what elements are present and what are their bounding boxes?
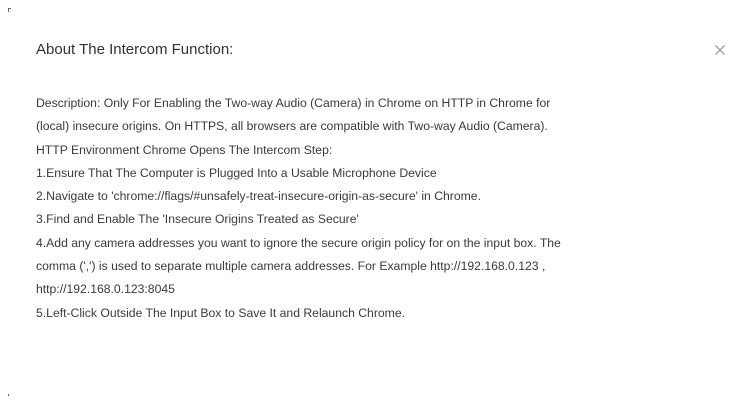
step-3: 3.Find and Enable The 'Insecure Origins … (36, 212, 359, 227)
description-line: Description: Only For Enabling the Two-w… (36, 96, 551, 110)
description-line: (local) insecure origins. On HTTPS, all … (36, 119, 548, 134)
step-5: 5.Left-Click Outside The Input Box to Sa… (36, 305, 405, 320)
corner-mark (8, 8, 9, 12)
steps-heading: HTTP Environment Chrome Opens The Interc… (36, 142, 333, 157)
corner-mark (8, 394, 9, 396)
step-1: 1.Ensure That The Computer is Plugged In… (36, 165, 437, 180)
step-2: 2.Navigate to 'chrome://flags/#unsafely-… (36, 189, 481, 204)
close-icon[interactable] (715, 45, 725, 55)
close-button[interactable] (710, 40, 730, 60)
step-4-continued: comma (',') is used to separate multiple… (36, 259, 546, 274)
step-4: 4.Add any camera addresses you want to i… (36, 235, 561, 250)
step-4-example: http://192.168.0.123:8045 (36, 282, 175, 297)
dialog-body: Description: Only For Enabling the Two-w… (36, 92, 726, 325)
intercom-info-dialog: About The Intercom Function: Description… (0, 0, 753, 402)
dialog-title: About The Intercom Function: (36, 41, 234, 58)
